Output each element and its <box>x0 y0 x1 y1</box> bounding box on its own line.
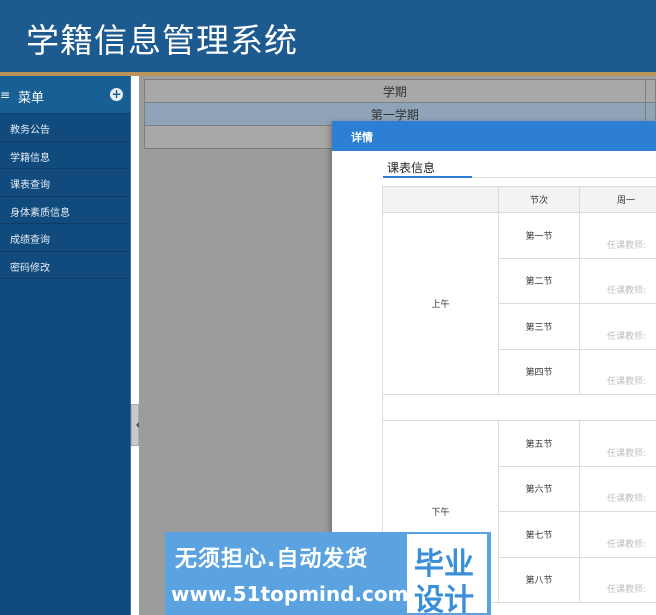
collapse-sidebar-handle[interactable] <box>131 404 139 446</box>
section-label-morning: 上午 <box>382 212 499 395</box>
watermark-badge-line2: 设计 <box>414 583 474 615</box>
period-label: 第四节 <box>498 348 580 395</box>
app-title: 学籍信息管理系统 <box>26 21 298 60</box>
sidebar-item-announcements[interactable]: 教务公告 <box>0 114 130 142</box>
sidebar-item-label: 课表查询 <box>10 180 50 191</box>
teacher-cell: 任课教师: <box>579 212 656 259</box>
teacher-cell: 任课教师: <box>579 511 656 558</box>
sidebar-item-grades[interactable]: 成绩查询 <box>0 224 130 252</box>
period-label: 第一节 <box>498 212 580 259</box>
period-label: 第五节 <box>498 420 580 467</box>
sidebar-item-label: 密码修改 <box>10 262 50 274</box>
column-header-period: 节次 <box>498 186 580 213</box>
dialog-header: 详情 <box>332 121 656 151</box>
teacher-cell: 任课教师: <box>579 420 656 467</box>
tab-schedule-info[interactable]: 课表信息 <box>383 159 472 178</box>
watermark-url: www.51topmind.com <box>171 582 409 606</box>
schedule-corner-cell <box>382 186 499 213</box>
lunch-gap <box>382 394 656 421</box>
period-label: 第六节 <box>498 465 580 512</box>
teacher-cell: 任课教师: <box>579 257 656 304</box>
watermark-badge: 毕业 设计 <box>407 534 487 615</box>
term-column-header-extra <box>644 79 656 103</box>
sidebar-item-student-status[interactable]: 学籍信息 <box>0 142 130 169</box>
sidebar-header: ≡ 菜单 + <box>0 76 130 114</box>
schedule-header-row: 节次 周一 <box>382 186 656 213</box>
teacher-cell: 任课教师: <box>579 303 656 350</box>
sidebar: ≡ 菜单 + 教务公告 学籍信息 课表查询 身体素质信息 成绩查询 密码修改 <box>0 76 131 615</box>
teacher-cell: 任课教师: <box>579 465 656 512</box>
period-label: 第二节 <box>498 257 580 304</box>
sidebar-item-label: 学籍信息 <box>10 152 50 164</box>
sidebar-item-password[interactable]: 密码修改 <box>0 252 130 279</box>
lunch-gap-row <box>382 394 656 421</box>
sidebar-item-label: 身体素质信息 <box>10 207 70 219</box>
tab-underline <box>472 177 656 178</box>
column-header-monday: 周一 <box>579 186 656 213</box>
term-table-header: 学期 <box>144 79 656 103</box>
add-icon[interactable]: + <box>110 88 123 101</box>
period-label: 第七节 <box>498 511 580 558</box>
sidebar-item-fitness[interactable]: 身体素质信息 <box>0 197 130 224</box>
watermark-banner: 无须担心.自动发货 www.51topmind.com 毕业 设计 <box>165 532 491 615</box>
sidebar-item-label: 成绩查询 <box>10 235 50 246</box>
watermark-slogan: 无须担心.自动发货 <box>175 547 369 572</box>
period-label: 第三节 <box>498 303 580 350</box>
sidebar-item-label: 教务公告 <box>10 125 50 136</box>
period-label: 第八节 <box>498 556 580 603</box>
menu-icon: ≡ <box>0 88 11 102</box>
teacher-cell: 任课教师: <box>579 556 656 603</box>
dialog-title: 详情 <box>351 131 373 144</box>
table-row: 上午 第一节 任课教师: <box>382 212 656 395</box>
sidebar-item-schedule[interactable]: 课表查询 <box>0 169 130 197</box>
teacher-cell: 任课教师: <box>579 348 656 395</box>
app-header: 学籍信息管理系统 <box>0 0 656 76</box>
table-row: 下午 第五节 任课教师: <box>382 420 656 603</box>
sidebar-title: 菜单 <box>18 91 45 106</box>
term-column-header: 学期 <box>144 79 646 103</box>
